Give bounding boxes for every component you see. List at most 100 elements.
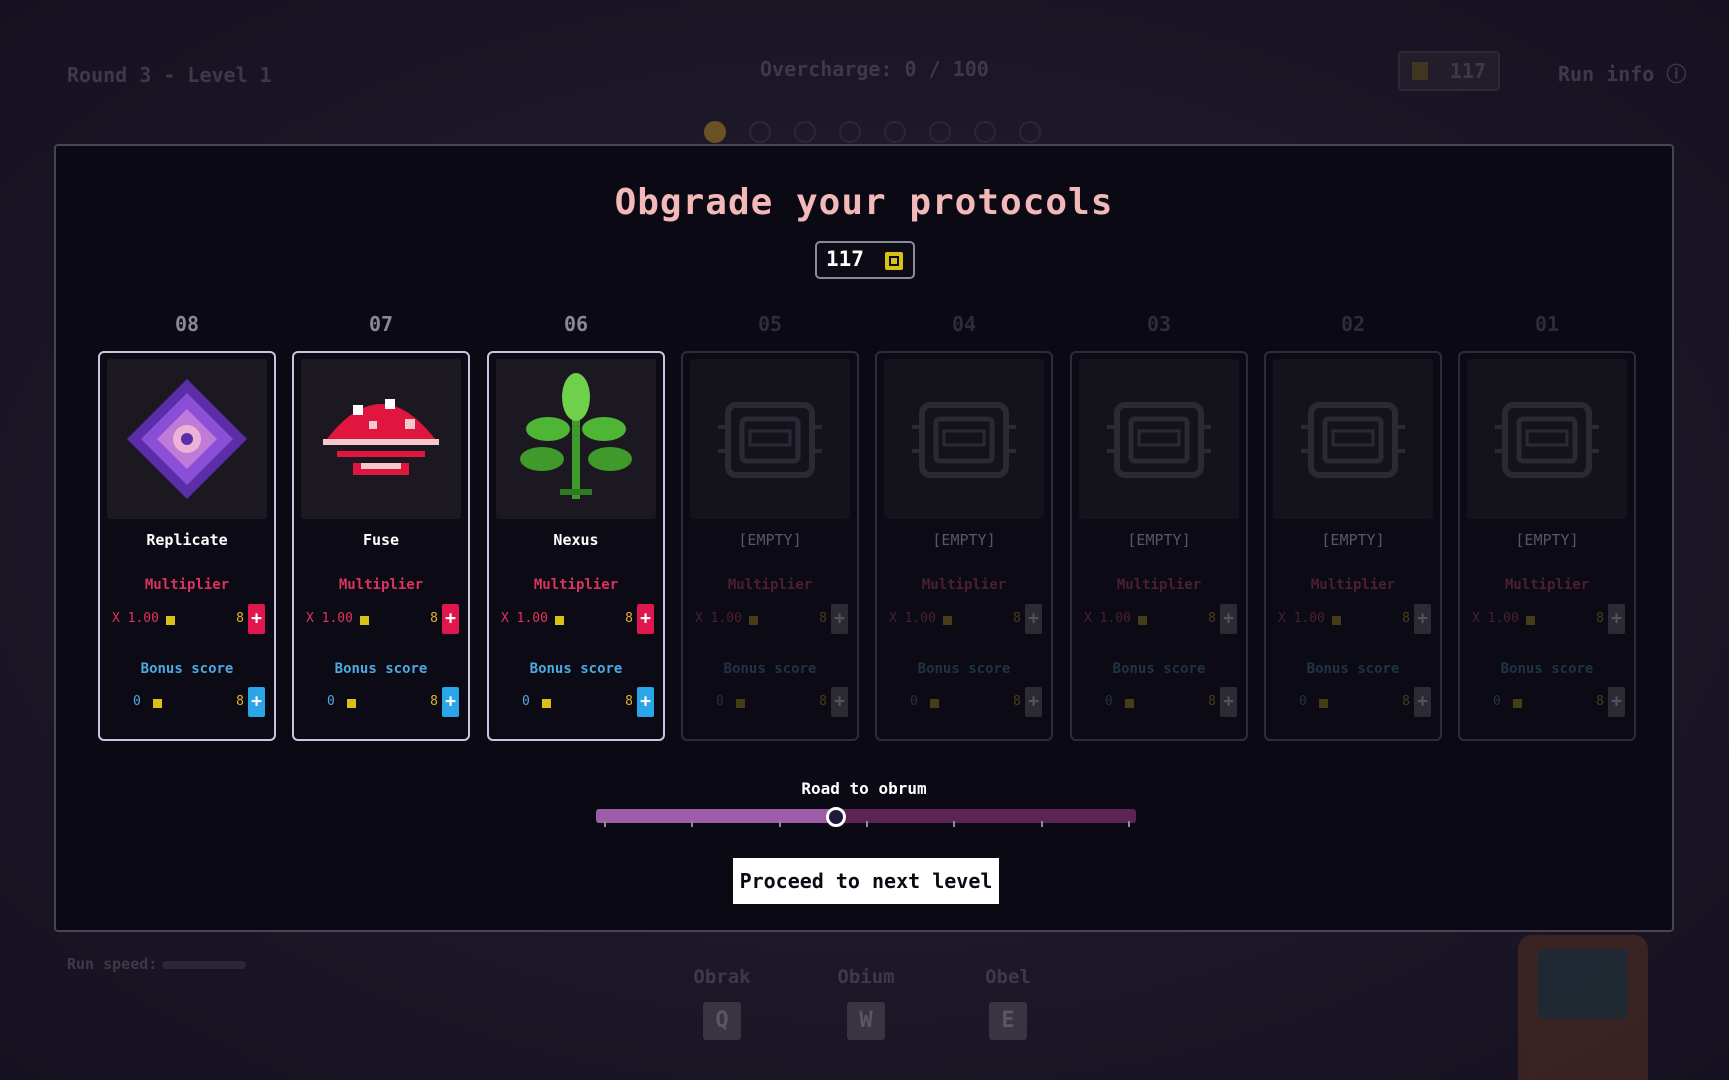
upgrade-multiplier-button[interactable]: +: [248, 604, 265, 634]
multiplier-cost: 8: [236, 611, 244, 626]
chip-icon: [690, 359, 850, 519]
empty-protocol-card[interactable]: [EMPTY] Multiplier X 1.00 8 + Bonus score 0 8 +: [681, 351, 859, 741]
ability-obrak[interactable]: Obrak Q: [690, 966, 754, 1040]
level-dot: [794, 121, 816, 143]
empty-protocol-card[interactable]: [EMPTY] Multiplier X 1.00 8 + Bonus score 0 8 +: [1070, 351, 1248, 741]
upgrade-bonus-score-button[interactable]: +: [1414, 687, 1431, 717]
upgrade-bonus-score-button[interactable]: +: [442, 687, 459, 717]
coin-icon: [555, 616, 564, 625]
multiplier-cost: 8: [1013, 611, 1021, 626]
upgrade-modal: Obgrade your protocols 117 08 Replicate Mu…: [54, 144, 1674, 932]
bonus-score-label: Bonus score: [1306, 661, 1400, 677]
upgrade-multiplier-button[interactable]: +: [1608, 604, 1625, 634]
bonus-score-cost: 8: [1208, 694, 1216, 709]
upgrade-bonus-score-button[interactable]: +: [637, 687, 654, 717]
upgrade-multiplier-button[interactable]: +: [1414, 604, 1431, 634]
upgrade-multiplier-button[interactable]: +: [442, 604, 459, 634]
multiplier-cost: 8: [1596, 611, 1604, 626]
ability-name: Obrak: [693, 966, 751, 988]
protocol-name: [EMPTY]: [1515, 531, 1579, 549]
coin-icon: [930, 699, 939, 708]
ability-obel[interactable]: Obel E: [976, 966, 1040, 1040]
upgrade-bonus-score-button[interactable]: +: [831, 687, 848, 717]
multiplier-label: Multiplier: [727, 577, 813, 593]
ability-obium[interactable]: Obium W: [834, 966, 898, 1040]
protocol-name: Fuse: [362, 531, 400, 549]
coin-icon: [943, 616, 952, 625]
ability-name: Obel: [985, 966, 1031, 988]
hotkey-w[interactable]: W: [847, 1002, 885, 1040]
coin-icon: [1526, 616, 1535, 625]
run-speed-slider[interactable]: [162, 961, 246, 969]
upgrade-multiplier-button[interactable]: +: [637, 604, 654, 634]
crystal-flower-icon: [107, 359, 267, 519]
coin-icon: [736, 699, 745, 708]
multiplier-value: X 1.00: [695, 611, 742, 626]
protocol-name: [EMPTY]: [738, 531, 802, 549]
balance-display: 117: [815, 241, 915, 279]
upgrade-multiplier-button[interactable]: +: [1025, 604, 1042, 634]
proceed-button[interactable]: Proceed to next level: [733, 858, 999, 904]
protocol-card-nexus[interactable]: Nexus Multiplier X 1.00 8 + Bonus score 0 8 +: [487, 351, 665, 741]
bonus-score-label: Bonus score: [334, 661, 428, 677]
bonus-score-label: Bonus score: [1112, 661, 1206, 677]
bonus-score-value: 0: [1105, 694, 1113, 709]
protocol-name: [EMPTY]: [1127, 531, 1191, 549]
road-tick: [691, 821, 694, 827]
upgrade-bonus-score-button[interactable]: +: [248, 687, 265, 717]
bonus-score-row: 0 8 +: [1266, 687, 1440, 717]
hotkey-e[interactable]: E: [989, 1002, 1027, 1040]
coin-icon: [885, 252, 903, 270]
road-progress-bar: [596, 807, 1136, 827]
level-dot: [1019, 121, 1041, 143]
coin-icon: [1319, 699, 1328, 708]
upgrade-multiplier-button[interactable]: +: [831, 604, 848, 634]
card-slot-number: 02: [1340, 312, 1366, 336]
coin-icon: [749, 616, 758, 625]
multiplier-label: Multiplier: [533, 577, 619, 593]
level-dot: [929, 121, 951, 143]
upgrade-bonus-score-button[interactable]: +: [1608, 687, 1625, 717]
bonus-score-row: 0 8 +: [683, 687, 857, 717]
road-tick: [866, 821, 868, 827]
chip-icon: [1467, 359, 1627, 519]
protocol-card-fuse[interactable]: Fuse Multiplier X 1.00 8 + Bonus score 0 8 +: [292, 351, 470, 741]
bonus-score-cost: 8: [1402, 694, 1410, 709]
run-info-label: Run info: [1558, 62, 1655, 86]
level-dot: [749, 121, 771, 143]
level-dot: [704, 121, 726, 143]
road-label: Road to obrum: [801, 779, 927, 798]
run-speed-label: Run speed:: [67, 955, 158, 973]
upgrade-bonus-score-button[interactable]: +: [1025, 687, 1042, 717]
multiplier-row: X 1.00 8 +: [294, 604, 468, 634]
protocol-name: Replicate: [146, 531, 228, 549]
info-icon: ⓘ: [1666, 62, 1687, 86]
hotkey-q[interactable]: Q: [703, 1002, 741, 1040]
bonus-score-value: 0: [522, 694, 530, 709]
empty-protocol-card[interactable]: [EMPTY] Multiplier X 1.00 8 + Bonus score 0 8 +: [875, 351, 1053, 741]
level-dot: [839, 121, 861, 143]
bonus-score-cost: 8: [1596, 694, 1604, 709]
protocol-card-replicate[interactable]: Replicate Multiplier X 1.00 8 + Bonus score 0 8…: [98, 351, 276, 741]
coin-icon: [1138, 616, 1147, 625]
multiplier-value: X 1.00: [112, 611, 159, 626]
empty-protocol-card[interactable]: [EMPTY] Multiplier X 1.00 8 + Bonus score 0 8 +: [1264, 351, 1442, 741]
chip-icon: [1273, 359, 1433, 519]
bonus-score-cost: 8: [236, 694, 244, 709]
bonus-score-row: 0 8 +: [877, 687, 1051, 717]
bonus-score-label: Bonus score: [917, 661, 1011, 677]
run-info-button[interactable]: Run info ⓘ: [1558, 58, 1686, 87]
upgrade-multiplier-button[interactable]: +: [1220, 604, 1237, 634]
card-slot-number: 01: [1534, 312, 1560, 336]
multiplier-cost: 8: [1208, 611, 1216, 626]
multiplier-row: X 1.00 8 +: [1460, 604, 1634, 634]
card-slot-number: 06: [563, 312, 589, 336]
protocol-name: Nexus: [553, 531, 599, 549]
multiplier-cost: 8: [819, 611, 827, 626]
overcharge-label: Overcharge: 0 / 100: [760, 57, 989, 81]
upgrade-bonus-score-button[interactable]: +: [1220, 687, 1237, 717]
empty-protocol-card[interactable]: [EMPTY] Multiplier X 1.00 8 + Bonus score 0 8 +: [1458, 351, 1636, 741]
multiplier-cost: 8: [430, 611, 438, 626]
multiplier-row: X 1.00 8 +: [683, 604, 857, 634]
bonus-score-value: 0: [327, 694, 335, 709]
